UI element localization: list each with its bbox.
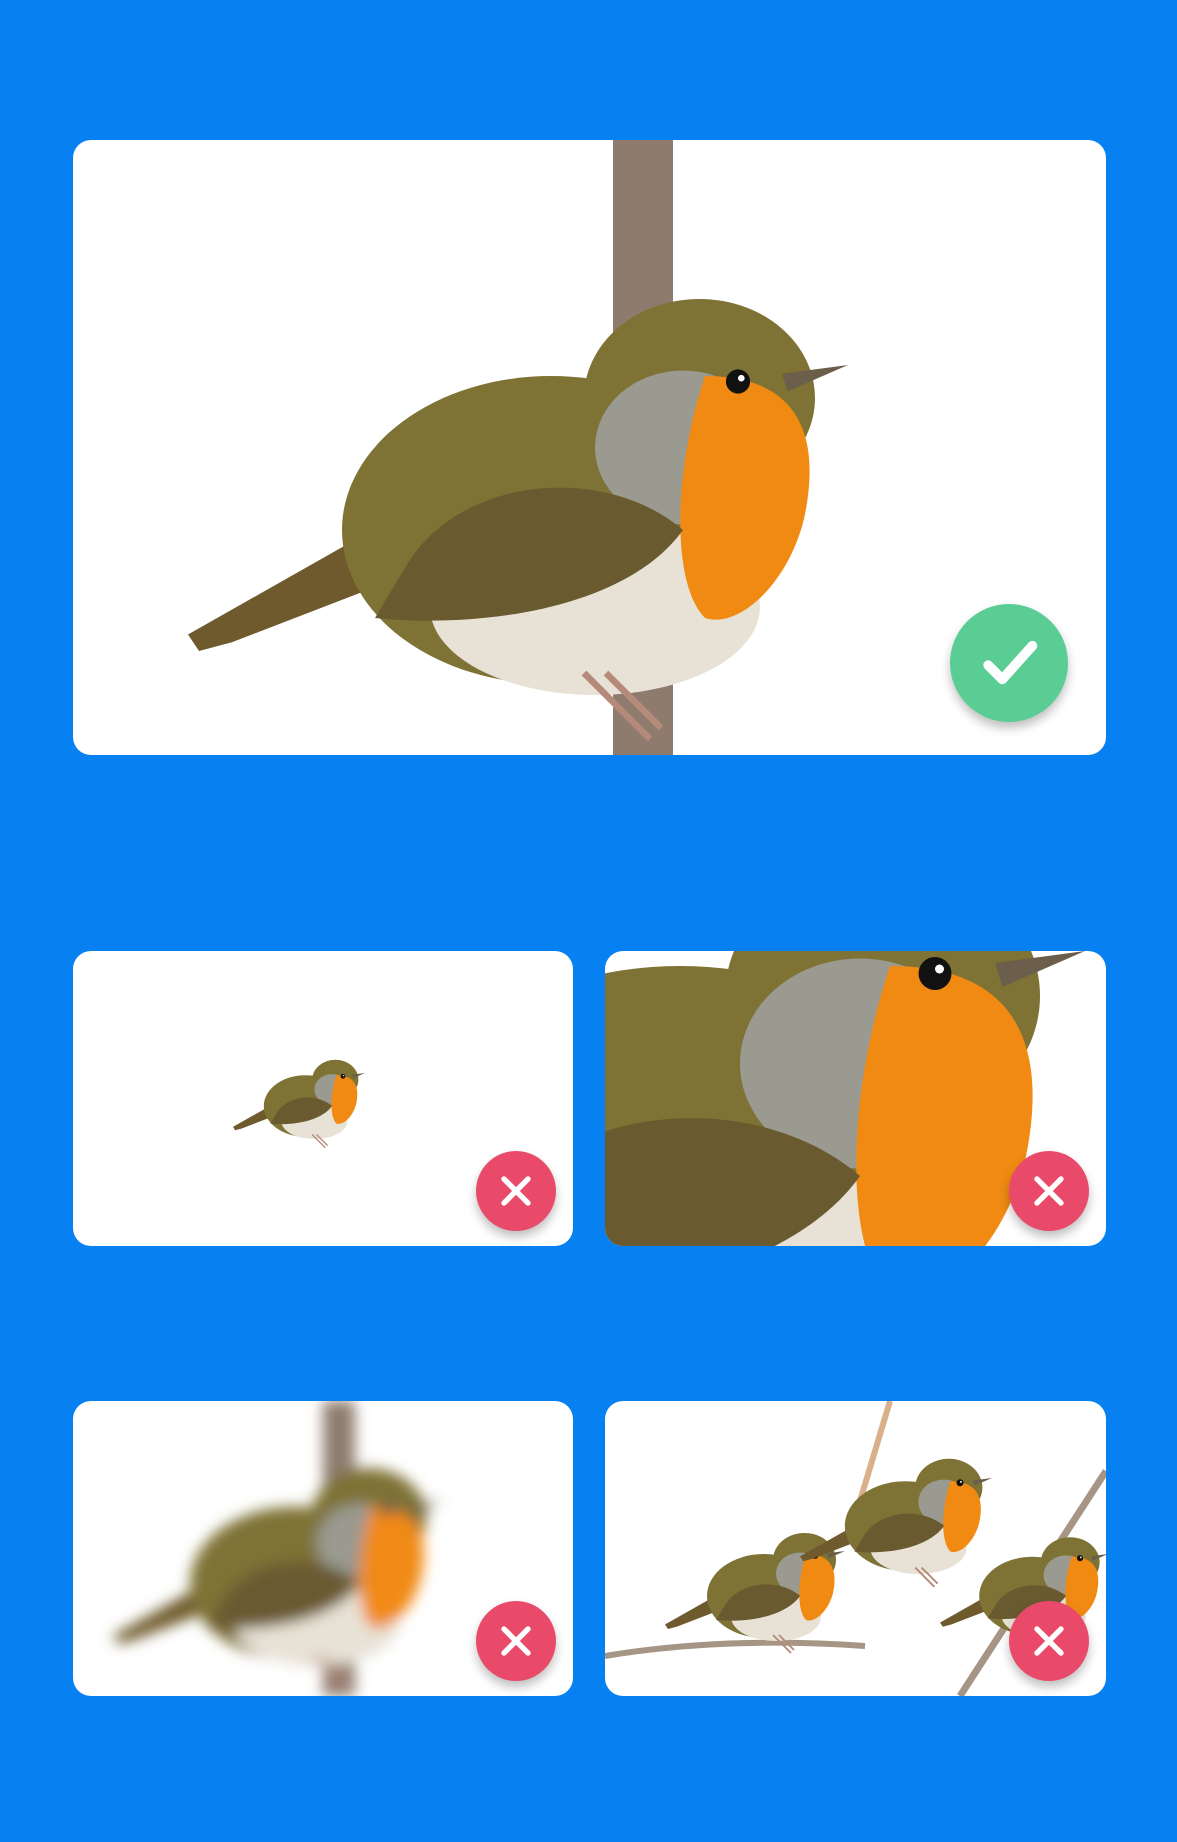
checkmark-icon (982, 640, 1037, 684)
too-close-photo-card (605, 951, 1106, 1246)
multiple-birds-photo-card (605, 1401, 1106, 1696)
cross-icon (1034, 1176, 1064, 1206)
guideline-page: { "colors": { "background": "#0781F2", "… (0, 0, 1177, 1842)
cross-icon (501, 1626, 531, 1656)
incorrect-badge (1009, 1601, 1089, 1681)
too-small-photo-card (73, 951, 573, 1246)
correct-badge (950, 604, 1068, 722)
blurry-photo-card (73, 1401, 573, 1696)
cross-icon (501, 1176, 531, 1206)
incorrect-badge (476, 1151, 556, 1231)
incorrect-badge (1009, 1151, 1089, 1231)
incorrect-badge (476, 1601, 556, 1681)
cross-icon (1034, 1626, 1064, 1656)
correct-photo-card (73, 140, 1106, 755)
